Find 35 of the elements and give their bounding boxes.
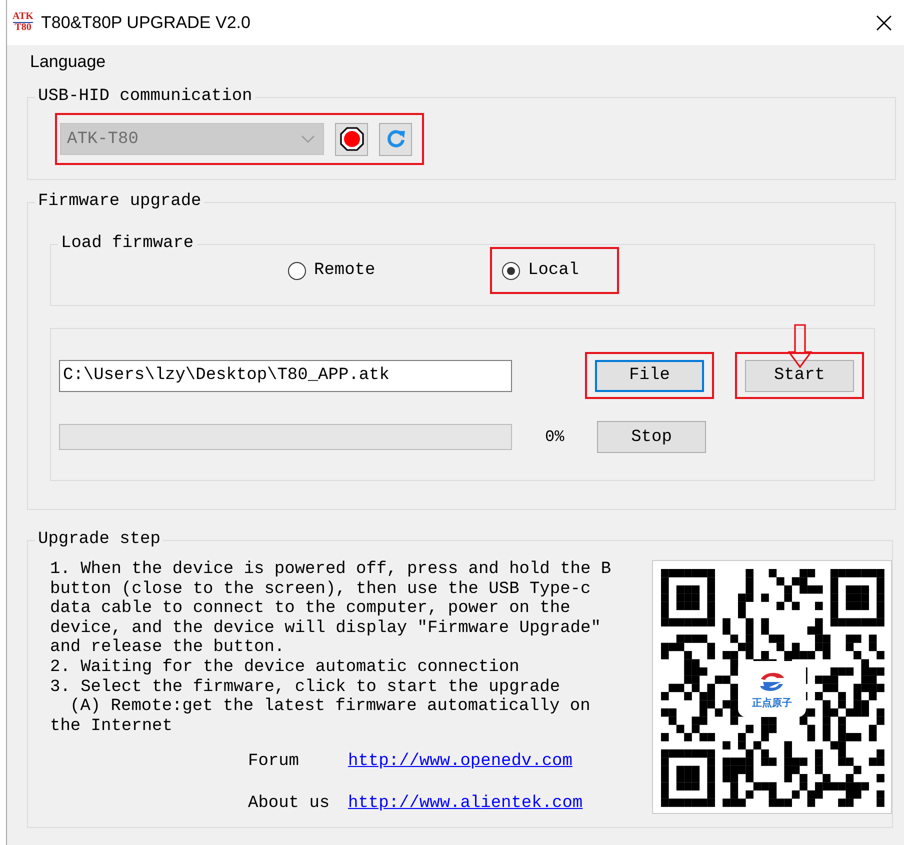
group-title: USB-HID communication — [37, 87, 254, 107]
close-icon[interactable] — [876, 14, 892, 30]
instruction-line: and release the button. — [50, 638, 286, 658]
instruction-line: the Internet — [50, 716, 174, 736]
radio-option[interactable]: Remote — [276, 247, 405, 294]
logo-text: 正点原子 — [752, 696, 792, 710]
action-button[interactable]: File — [595, 360, 704, 392]
progress-percent: 0% — [545, 428, 566, 446]
window-title: T80&T80P UPGRADE V2.0 — [41, 12, 252, 32]
radio-option[interactable]: Local — [490, 247, 619, 294]
record-icon — [338, 126, 364, 152]
instruction-line: (A) Remote:get the latest firmware automatically on — [69, 697, 592, 717]
web-link[interactable]: http://www.alientek.com — [348, 794, 583, 814]
link-label: About us — [248, 794, 331, 814]
caret-icon — [301, 135, 315, 143]
radio-button[interactable] — [288, 262, 306, 280]
group-title: Load firmware — [60, 234, 195, 254]
instruction-line: data cable to connect to the computer, power on the — [50, 599, 572, 619]
instruction-line: button (close to the screen), then use the USB Type-c — [50, 580, 592, 600]
instruction-line: 3. Select the firmware, click to start the upgrade — [50, 678, 562, 698]
menu-item[interactable]: Language — [30, 52, 106, 72]
radio-label: Remote — [314, 261, 376, 280]
stop-button[interactable]: Stop — [597, 421, 706, 453]
link-label: Forum — [248, 752, 300, 772]
group-title: Upgrade step — [37, 530, 162, 550]
group-title: Firmware upgrade — [37, 192, 202, 212]
web-link[interactable]: http://www.openedv.com — [348, 752, 572, 772]
action-button[interactable]: Start — [745, 360, 854, 392]
instruction-line: 2. Waiting for the device automatic connection — [50, 658, 520, 678]
file-path-field[interactable]: C:\Users\lzy\Desktop\T80_APP.atk — [59, 360, 512, 392]
instruction-line: device, and the device will display "Firmware Upgrade" — [50, 618, 602, 638]
radio-button[interactable] — [502, 262, 520, 280]
radio-label: Local — [528, 261, 580, 280]
refresh-icon — [384, 128, 406, 150]
instruction-line: 1. When the device is powered off, press and hold the B — [50, 560, 612, 580]
